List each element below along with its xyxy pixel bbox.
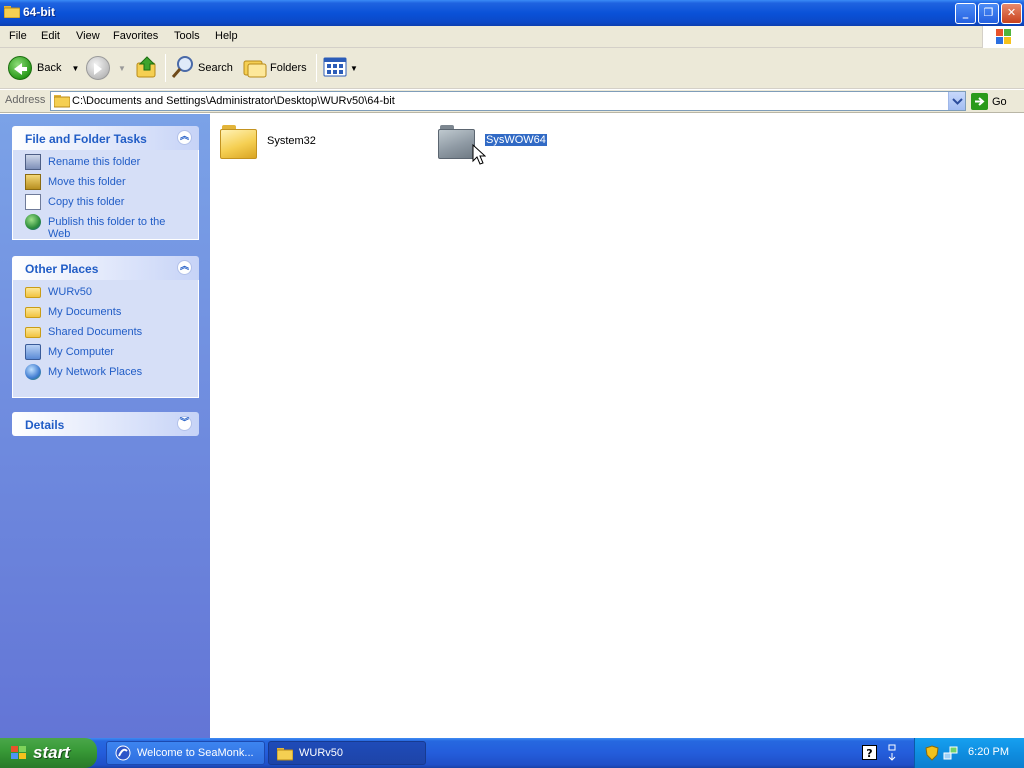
copy-icon	[25, 194, 41, 210]
file-item-label-selected[interactable]: SysWOW64	[484, 133, 548, 147]
title-bar: 64-bit _ ❐ ✕	[0, 0, 1024, 26]
start-label: start	[33, 743, 70, 762]
publish-web-icon	[25, 214, 41, 230]
panel-title: Details	[25, 418, 65, 432]
windows-logo-icon	[982, 26, 1024, 48]
forward-dropdown-icon[interactable]: ▼	[118, 64, 126, 73]
folder-icon[interactable]	[438, 125, 476, 159]
address-bar: Address C:\Documents and Settings\Admini…	[0, 90, 1024, 113]
help-icon[interactable]: ?	[862, 745, 877, 760]
menu-edit[interactable]: Edit	[41, 30, 60, 42]
panel-header[interactable]: File and Folder Tasks ︽	[12, 126, 199, 150]
folder-icon	[53, 94, 71, 111]
place-my-computer[interactable]: My Computer	[25, 344, 198, 364]
seamonkey-icon	[115, 745, 131, 761]
back-dropdown-icon[interactable]: ▼	[71, 64, 79, 73]
my-computer-icon	[25, 344, 41, 360]
start-button[interactable]: start	[0, 738, 97, 768]
go-button[interactable]: Go	[971, 92, 1007, 111]
menu-file[interactable]: File	[9, 30, 27, 42]
clock[interactable]: 6:20 PM	[968, 746, 1009, 758]
place-network-places[interactable]: My Network Places	[25, 364, 198, 384]
panel-title: Other Places	[25, 262, 99, 276]
task-copy-folder[interactable]: Copy this folder	[25, 194, 198, 214]
other-places-panel: Other Places ︽ WURv50 My Documents Share…	[12, 256, 199, 398]
taskbar-button-label: Welcome to SeaMonk...	[137, 747, 254, 759]
folder-icon	[3, 5, 21, 19]
minimize-button[interactable]: _	[955, 3, 976, 24]
forward-arrow-icon	[86, 56, 110, 80]
folder-icon	[25, 287, 41, 298]
folders-label: Folders	[270, 62, 307, 74]
network-tray-icon[interactable]	[943, 745, 959, 764]
back-button[interactable]: Back ▼	[8, 54, 79, 82]
views-dropdown-icon[interactable]: ▼	[350, 64, 358, 73]
panel-header[interactable]: Other Places ︽	[12, 256, 199, 280]
taskbar-button-seamonkey[interactable]: Welcome to SeaMonk...	[106, 741, 265, 765]
place-shared-documents[interactable]: Shared Documents	[25, 324, 198, 344]
chevron-down-icon	[952, 98, 963, 105]
menu-favorites[interactable]: Favorites	[113, 30, 158, 42]
folder-icon	[25, 327, 41, 338]
task-rename-folder[interactable]: Rename this folder	[25, 154, 198, 174]
restore-button[interactable]: ❐	[978, 3, 999, 24]
folder-icon[interactable]	[220, 125, 258, 159]
file-list[interactable]: System32 SysWOW64	[210, 114, 1024, 738]
search-button[interactable]: Search	[171, 54, 233, 82]
task-pane: File and Folder Tasks ︽ Rename this fold…	[0, 114, 210, 738]
panel-title: File and Folder Tasks	[25, 132, 147, 146]
views-icon	[323, 55, 347, 82]
expand-icon[interactable]: ︾	[177, 416, 192, 431]
move-icon	[25, 174, 41, 190]
up-folder-icon	[135, 55, 159, 82]
place-my-documents[interactable]: My Documents	[25, 304, 198, 324]
network-places-icon	[25, 364, 41, 380]
system-tray: 6:20 PM	[914, 738, 1024, 768]
up-folder-button[interactable]	[135, 54, 159, 82]
place-wurv50[interactable]: WURv50	[25, 284, 198, 304]
restore-windows-icon[interactable]	[886, 744, 898, 765]
menu-help[interactable]: Help	[215, 30, 238, 42]
go-label: Go	[992, 95, 1007, 108]
file-item-label[interactable]: System32	[267, 135, 316, 147]
views-button[interactable]: ▼	[323, 54, 358, 82]
windows-flag-icon	[10, 745, 28, 761]
task-move-folder[interactable]: Move this folder	[25, 174, 198, 194]
address-dropdown-button[interactable]	[948, 92, 965, 110]
toolbar-separator	[165, 54, 166, 82]
taskbar-button-label: WURv50	[299, 747, 344, 759]
details-panel: Details ︾	[12, 412, 199, 436]
collapse-icon[interactable]: ︽	[177, 260, 192, 275]
taskbar: start Welcome to SeaMonk... WURv50 ? 6:2…	[0, 738, 1024, 768]
search-label: Search	[198, 62, 233, 74]
rename-icon	[25, 154, 41, 170]
menu-view[interactable]: View	[76, 30, 100, 42]
close-button[interactable]: ✕	[1001, 3, 1022, 24]
task-publish-web[interactable]: Publish this folder to the Web	[25, 214, 198, 238]
toolbar: Back ▼ ▼ Search Folders ▼	[0, 48, 1024, 89]
address-input[interactable]: C:\Documents and Settings\Administrator\…	[72, 95, 395, 107]
folder-icon	[276, 745, 294, 761]
search-icon	[171, 55, 195, 82]
address-field[interactable]: C:\Documents and Settings\Administrator\…	[50, 91, 966, 111]
collapse-icon[interactable]: ︽	[177, 130, 192, 145]
panel-header[interactable]: Details ︾	[12, 412, 199, 436]
forward-button[interactable]: ▼	[86, 54, 126, 82]
window-title: 64-bit	[23, 5, 56, 19]
toolbar-separator	[316, 54, 317, 82]
back-label: Back	[37, 62, 62, 74]
my-documents-icon	[25, 307, 41, 318]
file-folder-tasks-panel: File and Folder Tasks ︽ Rename this fold…	[12, 126, 199, 240]
folders-icon	[243, 55, 267, 82]
address-label: Address	[5, 94, 46, 106]
taskbar-button-wurv50[interactable]: WURv50	[268, 741, 426, 765]
back-arrow-icon	[8, 56, 32, 80]
menu-tools[interactable]: Tools	[174, 30, 200, 42]
menu-bar: File Edit View Favorites Tools Help	[0, 26, 1024, 48]
security-shield-icon[interactable]	[925, 745, 939, 764]
go-arrow-icon	[971, 93, 988, 110]
folders-button[interactable]: Folders	[243, 54, 307, 82]
